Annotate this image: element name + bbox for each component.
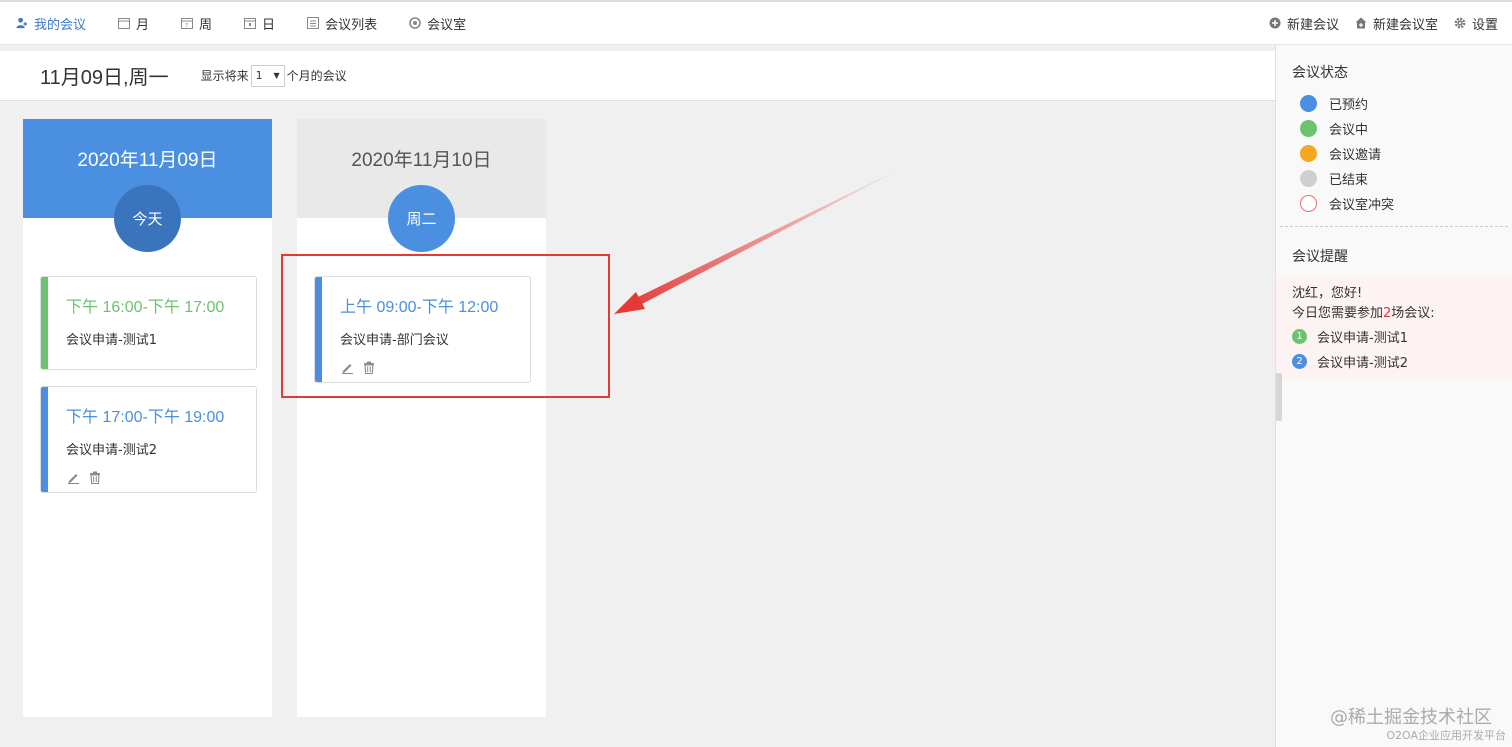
status-bar [315, 277, 322, 382]
status-item-invitation: 会议邀请 [1300, 141, 1394, 166]
status-label: 会议中 [1329, 123, 1369, 138]
status-panel-title: 会议状态 [1292, 65, 1348, 81]
status-dot [1300, 195, 1317, 212]
status-dot [1300, 145, 1317, 162]
range-suffix: 个月的会议 [286, 69, 347, 83]
status-bar [41, 277, 48, 369]
new-meeting-room-button[interactable]: 新建会议室 [1347, 2, 1446, 44]
home-plus-icon [1355, 17, 1367, 29]
nav-month[interactable]: 月 [102, 2, 165, 44]
range-prefix: 显示将来 [200, 69, 249, 83]
status-dot [1300, 170, 1317, 187]
reminder-item[interactable]: 1 会议申请-测试1 [1292, 324, 1496, 349]
meeting-time: 下午 17:00-下午 19:00 [66, 409, 225, 426]
calendar-month-icon [118, 17, 131, 29]
status-dot [1300, 95, 1317, 112]
reminder-panel-title: 会议提醒 [1292, 249, 1348, 265]
status-item-room-conflict: 会议室冲突 [1300, 191, 1394, 216]
panel-collapse-handle[interactable] [1276, 373, 1282, 421]
status-dot [1300, 120, 1317, 137]
nav-day[interactable]: 日 [228, 2, 291, 44]
nav-label: 新建会议 [1286, 17, 1339, 33]
meeting-title: 会议申请-测试1 [66, 333, 157, 348]
status-label: 会议室冲突 [1329, 198, 1395, 213]
reminder-greeting: 沈红，您好! [1292, 286, 1363, 301]
caret-down-icon: ▼ [273, 71, 280, 80]
reminder-number: 2 [1292, 354, 1307, 369]
divider [1280, 226, 1508, 227]
day-badge: 今天 [114, 185, 181, 252]
range-filter: 显示将来 1 ▼ 个月的会议 [200, 64, 347, 87]
meeting-card[interactable]: 下午 16:00-下午 17:00 会议申请-测试1 [40, 276, 257, 370]
trash-icon[interactable] [362, 360, 376, 374]
settings-button[interactable]: 设置 [1446, 2, 1512, 44]
nav-week[interactable]: 7 周 [165, 2, 228, 44]
watermark: @稀土掘金技术社区 [1330, 707, 1492, 728]
day-column-tuesday: 2020年11月10日 周二 上午 09:00-下午 12:00 会议申请-部门… [297, 119, 546, 717]
status-legend: 已预约 会议中 会议邀请 已结束 会议室冲突 [1300, 91, 1394, 216]
top-nav: 我的会议 月 7 周 日 会议列表 会议室 新建会议 新建会议室 设置 [0, 0, 1512, 45]
nav-label: 设置 [1471, 17, 1498, 33]
plus-circle-icon [1269, 17, 1281, 29]
meeting-actions [340, 360, 376, 374]
right-panel: 会议状态 已预约 会议中 会议邀请 已结束 会议室冲突 会议提醒 沈红，您好! … [1275, 45, 1512, 747]
list-icon [307, 17, 320, 29]
nav-label: 会议列表 [325, 17, 378, 33]
meeting-actions [66, 470, 102, 484]
nav-meeting-list[interactable]: 会议列表 [291, 2, 393, 44]
calendar-day-icon [244, 17, 257, 29]
status-label: 已预约 [1329, 98, 1369, 113]
nav-left: 我的会议 月 7 周 日 会议列表 会议室 [0, 2, 482, 44]
current-date-title: 11月09日,周一 [40, 67, 169, 89]
status-item-in-progress: 会议中 [1300, 116, 1394, 141]
nav-meeting-room[interactable]: 会议室 [393, 2, 482, 44]
nav-my-meetings[interactable]: 我的会议 [0, 2, 102, 44]
status-label: 会议邀请 [1329, 148, 1382, 163]
meeting-title: 会议申请-部门会议 [340, 333, 449, 348]
status-item-ended: 已结束 [1300, 166, 1394, 191]
summary-suffix: 场会议: [1391, 306, 1435, 321]
status-item-booked: 已预约 [1300, 91, 1394, 116]
reminder-item[interactable]: 2 会议申请-测试2 [1292, 349, 1496, 374]
gear-icon [1454, 17, 1466, 29]
meeting-time: 下午 16:00-下午 17:00 [66, 299, 225, 316]
svg-text:7: 7 [185, 23, 188, 29]
reminder-label: 会议申请-测试1 [1317, 331, 1408, 346]
calendar-week-icon: 7 [181, 17, 194, 29]
nav-label: 会议室 [427, 17, 467, 33]
status-label: 已结束 [1329, 173, 1369, 188]
meeting-time: 上午 09:00-下午 12:00 [340, 299, 499, 316]
trash-icon[interactable] [88, 470, 102, 484]
user-icon [16, 17, 28, 29]
day-column-today: 2020年11月09日 今天 下午 16:00-下午 17:00 会议申请-测试… [23, 119, 272, 717]
nav-label: 周 [199, 17, 213, 33]
meeting-card[interactable]: 下午 17:00-下午 19:00 会议申请-测试2 [40, 386, 257, 493]
reminder-summary: 今日您需要参加2场会议: [1292, 304, 1496, 324]
reminder-number: 1 [1292, 329, 1307, 344]
sub-header: 11月09日,周一 显示将来 1 ▼ 个月的会议 [0, 51, 1275, 101]
watermark-sub: O2OA企业应用开发平台 [1386, 729, 1506, 742]
nav-right: 新建会议 新建会议室 设置 [1261, 2, 1512, 44]
nav-label: 月 [136, 17, 150, 33]
month-range-select[interactable]: 1 ▼ [250, 64, 285, 87]
status-bar [41, 387, 48, 492]
summary-prefix: 今日您需要参加 [1292, 306, 1384, 321]
new-meeting-button[interactable]: 新建会议 [1261, 2, 1347, 44]
nav-label: 新建会议室 [1372, 17, 1438, 33]
edit-icon[interactable] [340, 360, 354, 374]
room-icon [409, 17, 421, 29]
meeting-card[interactable]: 上午 09:00-下午 12:00 会议申请-部门会议 [314, 276, 531, 383]
reminder-box: 沈红，您好! 今日您需要参加2场会议: 1 会议申请-测试1 2 会议申请-测试… [1276, 276, 1512, 380]
edit-icon[interactable] [66, 470, 80, 484]
day-badge: 周二 [388, 185, 455, 252]
nav-label: 日 [262, 17, 276, 33]
nav-label: 我的会议 [34, 17, 87, 33]
reminder-label: 会议申请-测试2 [1317, 356, 1408, 371]
month-range-value: 1 [255, 69, 263, 82]
meeting-title: 会议申请-测试2 [66, 443, 157, 458]
